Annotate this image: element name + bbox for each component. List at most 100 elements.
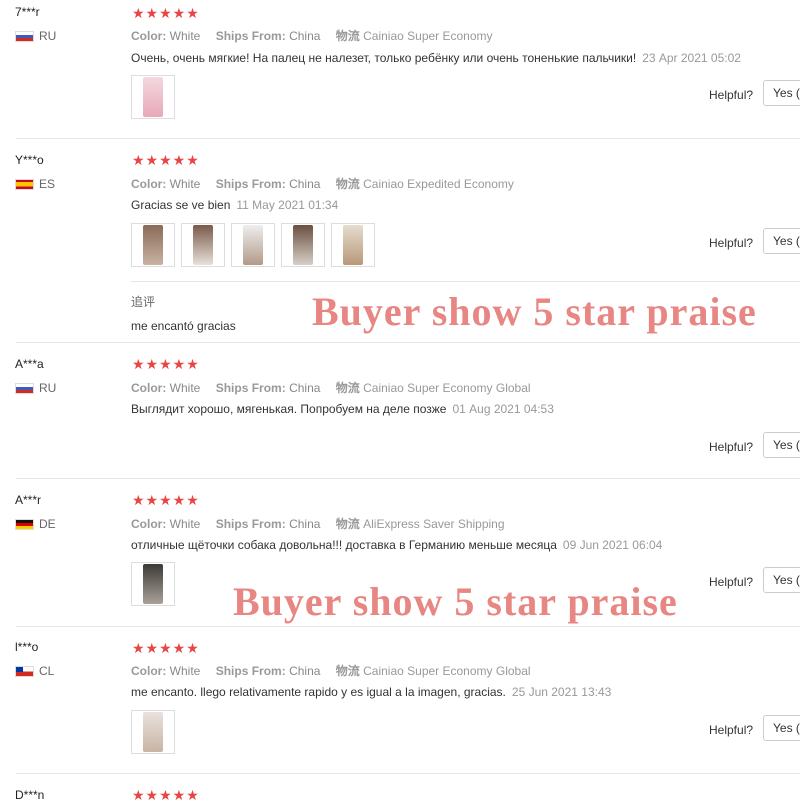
logistics-label: 物流 bbox=[335, 177, 360, 191]
ships-from-label: Ships From: bbox=[215, 517, 286, 531]
color-label: Color: bbox=[131, 177, 167, 191]
color-value: White bbox=[169, 177, 201, 191]
reviewer-country: DE bbox=[15, 517, 56, 531]
reviewer-name: Y***o bbox=[15, 153, 44, 167]
country-code: CL bbox=[39, 664, 55, 678]
ships-from-value: China bbox=[289, 177, 321, 191]
review-image-thumbnail[interactable] bbox=[181, 223, 225, 267]
shipping-method: Cainiao Expedited Economy bbox=[363, 177, 514, 191]
review-image-thumbnail[interactable] bbox=[331, 223, 375, 267]
ships-from-value: China bbox=[289, 29, 321, 43]
shipping-method: Cainiao Super Economy bbox=[363, 29, 493, 43]
star-rating: ★★★★★ bbox=[132, 5, 200, 21]
ships-from-value: China bbox=[289, 517, 321, 531]
review-text: Выглядит хорошо, мягенькая. Попробуем на… bbox=[131, 402, 447, 416]
review-text: отличные щёточки собака довольна!!! дост… bbox=[131, 538, 557, 552]
country-code: DE bbox=[39, 517, 56, 531]
shipping-method: Cainiao Super Economy Global bbox=[363, 381, 531, 395]
shipping-method: AliExpress Saver Shipping bbox=[363, 517, 505, 531]
review-divider bbox=[16, 773, 800, 774]
review-image-thumbnail[interactable] bbox=[131, 75, 175, 119]
promo-overlay-text: Buyer show 5 star praise bbox=[312, 289, 757, 334]
shipping-method: Cainiao Super Economy Global bbox=[363, 664, 531, 678]
reviewer-name: l***o bbox=[15, 640, 39, 654]
review-date: 01 Aug 2021 04:53 bbox=[452, 402, 554, 416]
review-text: me encanto. llego relativamente rapido y… bbox=[131, 685, 506, 699]
review-text: Очень, очень мягкие! На палец не налезет… bbox=[131, 51, 637, 65]
review-date: 23 Apr 2021 05:02 bbox=[642, 51, 741, 65]
reviewer-country: ES bbox=[15, 177, 55, 191]
helpful-label: Helpful? bbox=[709, 575, 754, 589]
followup-label: 追评 bbox=[131, 295, 156, 309]
helpful-yes-button[interactable]: Yes (0) bbox=[763, 715, 800, 741]
followup-divider bbox=[131, 281, 800, 282]
review-image-thumbnail[interactable] bbox=[131, 562, 175, 606]
reviewer-name: A***a bbox=[15, 357, 44, 371]
reviewer-country: RU bbox=[15, 29, 56, 43]
ships-from-label: Ships From: bbox=[215, 381, 286, 395]
review-text: Gracias se ve bien bbox=[131, 198, 231, 212]
promo-overlay-text: Buyer show 5 star praise bbox=[233, 579, 678, 624]
star-rating: ★★★★★ bbox=[132, 640, 200, 656]
color-value: White bbox=[169, 664, 201, 678]
country-code: RU bbox=[39, 29, 57, 43]
star-rating: ★★★★★ bbox=[132, 492, 200, 508]
ships-from-label: Ships From: bbox=[215, 29, 286, 43]
star-rating: ★★★★★ bbox=[132, 152, 200, 168]
logistics-label: 物流 bbox=[335, 381, 360, 395]
review-images bbox=[131, 562, 175, 606]
russia-flag-icon bbox=[15, 382, 34, 394]
color-label: Color: bbox=[131, 29, 167, 43]
color-value: White bbox=[169, 517, 201, 531]
review-image-thumbnail[interactable] bbox=[131, 223, 175, 267]
review-images bbox=[131, 75, 175, 119]
review-attributes: Color: White Ships From: China 物流 Cainia… bbox=[131, 379, 531, 396]
color-label: Color: bbox=[131, 517, 167, 531]
helpful-label: Helpful? bbox=[709, 723, 754, 737]
country-code: RU bbox=[39, 381, 57, 395]
star-rating: ★★★★★ bbox=[132, 356, 200, 372]
star-rating: ★★★★★ bbox=[132, 787, 200, 803]
followup-text: me encantó gracias bbox=[131, 319, 236, 333]
ships-from-value: China bbox=[289, 664, 321, 678]
review-text-row: отличные щёточки собака довольна!!! дост… bbox=[131, 538, 662, 552]
review-text-row: Очень, очень мягкие! На палец не налезет… bbox=[131, 51, 741, 65]
review-image-thumbnail[interactable] bbox=[281, 223, 325, 267]
logistics-label: 物流 bbox=[335, 29, 360, 43]
review-divider bbox=[16, 138, 800, 139]
spain-flag-icon bbox=[15, 178, 34, 190]
reviewer-name: 7***r bbox=[15, 5, 40, 19]
ships-from-label: Ships From: bbox=[215, 664, 286, 678]
review-image-thumbnail[interactable] bbox=[231, 223, 275, 267]
helpful-yes-button[interactable]: Yes (0) bbox=[763, 432, 800, 458]
helpful-label: Helpful? bbox=[709, 236, 754, 250]
helpful-label: Helpful? bbox=[709, 88, 754, 102]
helpful-yes-button[interactable]: Yes (0) bbox=[763, 228, 800, 254]
review-image-thumbnail[interactable] bbox=[131, 710, 175, 754]
ships-from-value: China bbox=[289, 381, 321, 395]
color-label: Color: bbox=[131, 381, 167, 395]
review-attributes: Color: White Ships From: China 物流 Cainia… bbox=[131, 27, 493, 44]
color-value: White bbox=[169, 381, 201, 395]
country-code: ES bbox=[39, 177, 56, 191]
reviewer-country: RU bbox=[15, 381, 56, 395]
review-attributes: Color: White Ships From: China 物流 AliExp… bbox=[131, 515, 505, 532]
helpful-yes-button[interactable]: Yes (0) bbox=[763, 80, 800, 106]
reviewer-country: CL bbox=[15, 664, 54, 678]
review-date: 25 Jun 2021 13:43 bbox=[511, 685, 612, 699]
review-images bbox=[131, 223, 375, 267]
logistics-label: 物流 bbox=[335, 517, 360, 531]
helpful-yes-button[interactable]: Yes (0) bbox=[763, 567, 800, 593]
review-date: 11 May 2021 01:34 bbox=[236, 198, 339, 212]
review-attributes: Color: White Ships From: China 物流 Cainia… bbox=[131, 662, 531, 679]
reviewer-name: A***r bbox=[15, 493, 42, 507]
russia-flag-icon bbox=[15, 30, 34, 42]
review-text-row: Gracias se ve bien 11 May 2021 01:34 bbox=[131, 198, 338, 212]
germany-flag-icon bbox=[15, 518, 34, 530]
ships-from-label: Ships From: bbox=[215, 177, 286, 191]
review-attributes: Color: White Ships From: China 物流 Cainia… bbox=[131, 175, 514, 192]
chile-flag-icon bbox=[15, 665, 34, 677]
helpful-label: Helpful? bbox=[709, 440, 754, 454]
review-text-row: Выглядит хорошо, мягенькая. Попробуем на… bbox=[131, 402, 554, 416]
color-value: White bbox=[169, 29, 201, 43]
